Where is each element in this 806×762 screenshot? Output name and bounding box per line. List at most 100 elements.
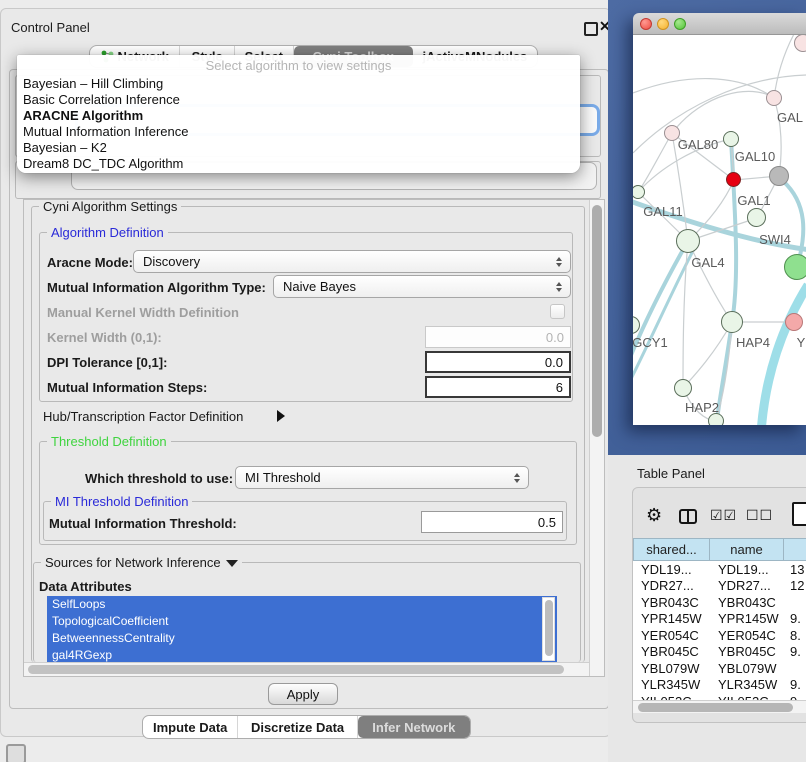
network-node-gal1-selected[interactable]: [726, 172, 741, 187]
sources-group-title: Sources for Network Inference: [41, 556, 242, 569]
node-label: GAL80: [678, 137, 718, 152]
table-row[interactable]: YDL19...YDL19...13: [633, 561, 806, 578]
mi-steps-label: Mutual Information Steps:: [47, 380, 207, 395]
dropdown-placeholder: Select algorithm to view settings: [17, 55, 580, 76]
network-node[interactable]: [785, 313, 803, 331]
mi-threshold-field[interactable]: 0.5: [421, 511, 563, 533]
settings-vertical-scrollbar[interactable]: [589, 200, 604, 676]
aracne-mode-combobox[interactable]: Discovery: [133, 250, 571, 273]
table-row[interactable]: YER054CYER054C8.: [633, 627, 806, 644]
dropdown-item[interactable]: Bayesian – Hill Climbing: [17, 76, 580, 92]
dropdown-item[interactable]: Mutual Information Inference: [17, 124, 580, 140]
tab-impute-data[interactable]: Impute Data: [143, 716, 238, 738]
which-threshold-combobox[interactable]: MI Threshold: [235, 466, 529, 489]
aracne-mode-label: Aracne Mode:: [47, 255, 133, 270]
threshold-definition-title: Threshold Definition: [47, 435, 171, 448]
export-table-icon[interactable]: [792, 502, 806, 526]
node-label: HAP4: [736, 335, 770, 350]
network-node-hap4[interactable]: [721, 311, 743, 333]
table-hscroll-thumb[interactable]: [638, 703, 793, 712]
combo-stepper-icon: [551, 257, 566, 267]
settings-horizontal-scrollbar[interactable]: [24, 662, 589, 676]
network-window-titlebar[interactable]: [633, 13, 806, 35]
manual-kernel-width-checkbox[interactable]: [550, 304, 565, 319]
settings-hscroll-thumb[interactable]: [28, 665, 564, 674]
network-node[interactable]: [794, 35, 806, 52]
column-header-name[interactable]: name: [709, 538, 784, 561]
screen: Control Panel ✕ Network Style Select Cyn…: [0, 0, 806, 762]
network-node[interactable]: [784, 254, 806, 280]
network-node-hap2[interactable]: [674, 379, 692, 397]
table-panel-dock: Table Panel ⚙ ☑☑ ☐☐ shared... name YDL19…: [608, 455, 806, 762]
mi-algorithm-type-combobox[interactable]: Naive Bayes: [273, 275, 571, 298]
dropdown-item[interactable]: Basic Correlation Inference: [17, 92, 580, 108]
node-label: GAL4: [691, 255, 724, 270]
combo-stepper-icon: [551, 282, 566, 292]
table-row[interactable]: YIL052CYIL052C9: [633, 693, 806, 700]
mi-algorithm-type-label: Mutual Information Algorithm Type:: [47, 280, 266, 295]
attributes-list-scrollbar[interactable]: [542, 597, 555, 661]
attributes-scroll-thumb[interactable]: [545, 600, 553, 656]
table-row[interactable]: YLR345WYLR345W9.: [633, 677, 806, 694]
node-label: HAP2: [685, 400, 719, 415]
dropdown-item[interactable]: Dream8 DC_TDC Algorithm: [17, 156, 580, 172]
table-panel-title: Table Panel: [637, 466, 705, 481]
mi-steps-field[interactable]: 6: [425, 376, 571, 398]
list-item[interactable]: BetweennessCentrality: [47, 630, 557, 647]
network-node[interactable]: [766, 90, 782, 106]
hub-definition-label: Hub/Transcription Factor Definition: [43, 409, 243, 424]
columns-icon[interactable]: [679, 509, 697, 524]
dropdown-item-selected[interactable]: ARACNE Algorithm: [17, 108, 580, 124]
manual-kernel-width-label: Manual Kernel Width Definition: [47, 305, 239, 320]
algorithm-definition-title: Algorithm Definition: [47, 226, 168, 239]
table-row[interactable]: YBR043CYBR043C: [633, 594, 806, 611]
column-header-shared-name[interactable]: shared...: [633, 538, 710, 561]
kernel-width-field[interactable]: 0.0: [425, 326, 571, 348]
network-canvas[interactable]: GAL GAL80 GAL10 GAL11 GAL1 SWI4 GAL4 GCY…: [633, 35, 806, 425]
list-item[interactable]: SelfLoops: [47, 596, 557, 613]
which-threshold-label: Which threshold to use:: [85, 471, 233, 486]
close-window-icon[interactable]: [640, 18, 652, 30]
gear-icon[interactable]: ⚙: [646, 505, 662, 526]
combo-stepper-icon: [509, 473, 524, 483]
node-label: GAL: [777, 110, 803, 125]
column-header-partial[interactable]: [783, 538, 806, 561]
table-row[interactable]: YDR27...YDR27...12: [633, 578, 806, 595]
settings-vscroll-thumb[interactable]: [592, 205, 602, 437]
tab-discretize-data[interactable]: Discretize Data: [238, 716, 357, 738]
tab-infer-network[interactable]: Infer Network: [358, 716, 470, 738]
table-row[interactable]: YBL079WYBL079W: [633, 660, 806, 677]
sources-collapse-icon[interactable]: [226, 560, 238, 567]
data-attributes-list: SelfLoops TopologicalCoefficient Between…: [47, 596, 557, 664]
kernel-width-label: Kernel Width (0,1):: [47, 330, 162, 345]
network-node-gal4[interactable]: [676, 229, 700, 253]
hub-expand-icon[interactable]: [277, 410, 285, 422]
zoom-window-icon[interactable]: [674, 18, 686, 30]
network-node[interactable]: [723, 131, 739, 147]
node-label: GAL1: [737, 193, 770, 208]
float-panel-icon[interactable]: [584, 22, 598, 36]
table-row[interactable]: YPR145WYPR145W9.: [633, 611, 806, 628]
bottom-tabbar: Impute Data Discretize Data Infer Networ…: [142, 715, 471, 739]
mi-threshold-group-title: MI Threshold Definition: [51, 495, 192, 508]
dropdown-item[interactable]: Bayesian – K2: [17, 140, 580, 156]
node-label: GAL10: [735, 149, 775, 164]
dpi-tolerance-label: DPI Tolerance [0,1]:: [47, 355, 167, 370]
mi-threshold-label: Mutual Information Threshold:: [49, 516, 237, 531]
network-node[interactable]: [769, 166, 789, 186]
minimize-window-icon[interactable]: [657, 18, 669, 30]
table-body: YDL19...YDL19...13 YDR27...YDR27...12 YB…: [633, 561, 806, 700]
network-view-window: GAL GAL80 GAL10 GAL11 GAL1 SWI4 GAL4 GCY…: [633, 13, 806, 425]
cyni-settings-group-title: Cyni Algorithm Settings: [39, 200, 181, 213]
network-node[interactable]: [747, 208, 766, 227]
table-horizontal-scrollbar[interactable]: [633, 700, 806, 713]
restore-panel-icon[interactable]: [6, 744, 26, 762]
node-label: GCY1: [633, 335, 668, 350]
table-row[interactable]: YBR045CYBR045C9.: [633, 644, 806, 661]
dpi-tolerance-field[interactable]: 0.0: [425, 351, 571, 373]
apply-button[interactable]: Apply: [268, 683, 338, 705]
select-all-checkboxes-icon[interactable]: ☑☑: [710, 508, 737, 524]
node-label: Y: [797, 335, 806, 350]
deselect-all-checkboxes-icon[interactable]: ☐☐: [746, 508, 773, 524]
list-item[interactable]: TopologicalCoefficient: [47, 613, 557, 630]
